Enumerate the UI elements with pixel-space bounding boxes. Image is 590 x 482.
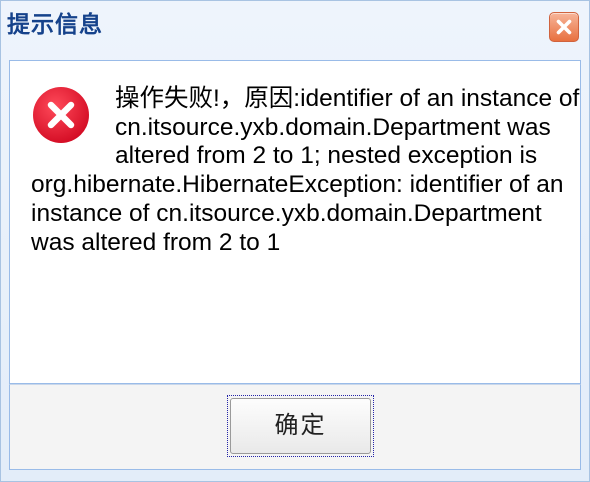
message-dialog: 提示信息 操作失败!，原因:identifier of an instance … (0, 0, 590, 482)
dialog-titlebar[interactable]: 提示信息 (1, 1, 589, 53)
error-icon-wrapper (31, 85, 93, 147)
message-container: 操作失败!，原因:identifier of an instance of cn… (31, 85, 581, 257)
close-button[interactable] (549, 12, 579, 42)
dialog-title: 提示信息 (7, 12, 103, 38)
error-icon (33, 87, 89, 143)
dialog-footer: 确定 (9, 384, 581, 470)
close-icon (556, 19, 572, 35)
error-message-text: 操作失败!，原因:identifier of an instance of cn… (31, 85, 580, 256)
ok-button[interactable]: 确定 (227, 395, 374, 457)
ok-button-label: 确定 (230, 398, 371, 454)
dialog-body: 操作失败!，原因:identifier of an instance of cn… (9, 60, 581, 384)
